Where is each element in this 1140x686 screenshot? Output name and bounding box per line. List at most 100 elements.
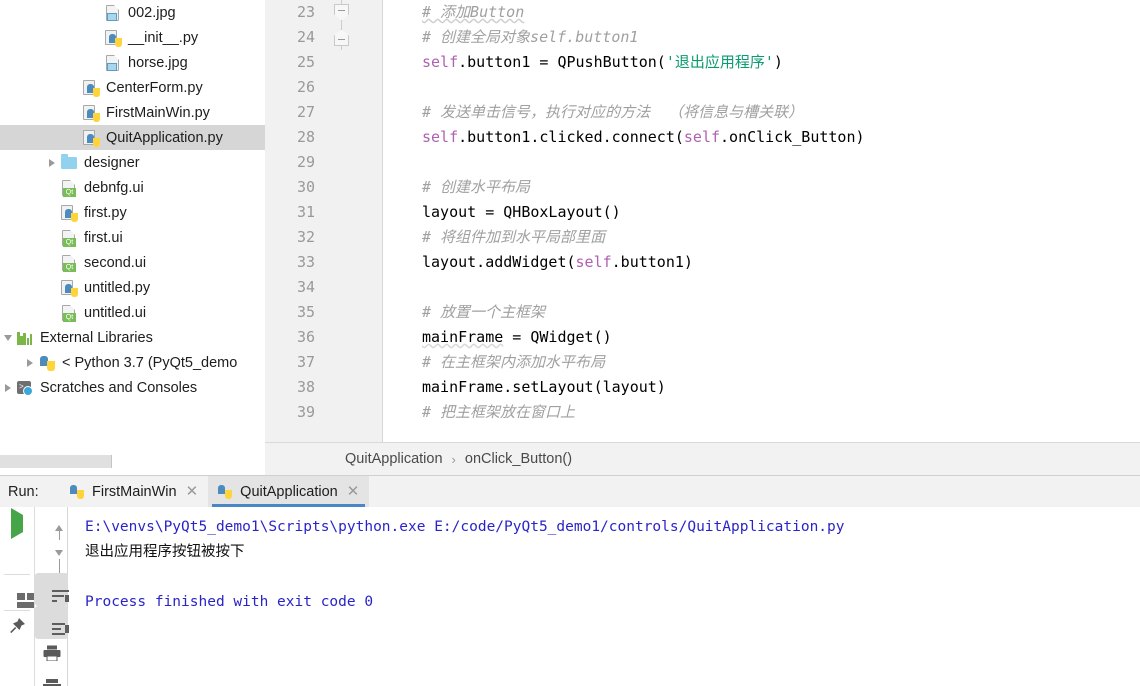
run-panel-label: Run: xyxy=(8,483,39,500)
code-line[interactable]: # 添加Button xyxy=(422,0,524,25)
code-line[interactable]: mainFrame.setLayout(layout) xyxy=(422,375,666,400)
code-line[interactable]: self.button1 = QPushButton('退出应用程序') xyxy=(422,50,783,75)
code-token: # 创建水平布局 xyxy=(422,178,531,196)
code-line[interactable]: layout.addWidget(self.button1) xyxy=(422,250,693,275)
python-file-icon xyxy=(103,28,123,48)
tree-item--init-py[interactable]: __init__.py xyxy=(0,25,265,50)
code-token: mainFrame.setLayout(layout) xyxy=(422,378,666,396)
code-token: # 将组件加到水平局部里面 xyxy=(422,228,606,246)
restore-layout-button[interactable] xyxy=(0,576,34,609)
line-number: 23 xyxy=(296,3,315,21)
code-token: layout.addWidget( xyxy=(422,253,576,271)
pin-tab-button[interactable] xyxy=(0,612,33,645)
tree-item-external-libraries[interactable]: External Libraries xyxy=(0,325,265,350)
tree-item-firstmainwin-py[interactable]: FirstMainWin.py xyxy=(0,100,265,125)
tree-item-debnfg-ui[interactable]: Qt debnfg.ui xyxy=(0,175,265,200)
code-token: # 添加Button xyxy=(422,3,525,21)
tree-item-first-ui[interactable]: Qt first.ui xyxy=(0,225,265,250)
tree-item-label: debnfg.ui xyxy=(84,179,144,196)
tree-item-designer[interactable]: designer xyxy=(0,150,265,175)
clear-all-button[interactable] xyxy=(35,672,68,686)
prev-occurrence-button[interactable] xyxy=(35,507,68,540)
code-line[interactable]: # 在主框架内添加水平布局 xyxy=(422,350,605,375)
tree-item-scratches-and-consoles[interactable]: >_ Scratches and Consoles xyxy=(0,375,265,400)
code-token: .button1 = QPushButton( xyxy=(458,53,666,71)
code-line[interactable]: # 创建全局对象self.button1 xyxy=(422,25,638,50)
code-line[interactable]: self.button1.clicked.connect(self.onClic… xyxy=(422,125,865,150)
line-number: 37 xyxy=(296,353,315,371)
code-line[interactable]: mainFrame = QWidget() xyxy=(422,325,612,350)
run-toolbar[interactable] xyxy=(0,507,69,686)
chevron-down-icon[interactable] xyxy=(0,325,15,350)
close-icon[interactable]: ✕ xyxy=(347,484,360,499)
code-fold-marker[interactable] xyxy=(331,0,353,25)
editor-code-area[interactable]: # 添加Button # 创建全局对象self.button1 self.butto… xyxy=(384,0,1140,442)
stop-button[interactable] xyxy=(0,540,33,573)
tree-item-label: first.ui xyxy=(84,229,123,246)
run-tool-window: Run: FirstMainWin ✕ QuitApplication ✕ E:\ve… xyxy=(0,475,1140,686)
code-line[interactable]: layout = QHBoxLayout() xyxy=(422,200,621,225)
tree-item--python-3-7-pyqt5-demo[interactable]: < Python 3.7 (PyQt5_demo xyxy=(0,350,265,375)
chevron-right-icon[interactable] xyxy=(0,375,15,400)
tree-item-untitled-py[interactable]: untitled.py xyxy=(0,275,265,300)
scroll-to-end-button[interactable] xyxy=(35,606,69,639)
line-number: 29 xyxy=(296,153,315,171)
python-file-icon xyxy=(81,103,101,123)
run-tab-bar: Run: FirstMainWin ✕ QuitApplication ✕ xyxy=(0,476,1140,507)
python-run-icon xyxy=(68,483,86,501)
code-line[interactable]: # 将组件加到水平局部里面 xyxy=(422,225,605,250)
soft-wrap-button[interactable] xyxy=(35,573,69,606)
tree-arrow-placeholder xyxy=(88,25,103,50)
line-number: 31 xyxy=(296,203,315,221)
qt-ui-file-icon: Qt xyxy=(59,253,79,273)
print-button[interactable] xyxy=(35,639,68,672)
code-line[interactable]: # 把主框架放在窗口上 xyxy=(422,400,575,425)
run-tab-quitapplication[interactable]: QuitApplication ✕ xyxy=(208,476,370,507)
close-icon[interactable]: ✕ xyxy=(186,484,199,499)
run-console-output[interactable]: E:\venvs\PyQt5_demo1\Scripts\python.exe … xyxy=(69,507,1140,686)
code-editor[interactable]: 23 24 25 26 27 28 29 30 31 32 33 34 35 36 37 38 39 # 添加B… xyxy=(265,0,1140,442)
tree-item-label: Scratches and Consoles xyxy=(40,379,198,396)
tree-item-first-py[interactable]: first.py xyxy=(0,200,265,225)
code-token: self xyxy=(683,128,721,146)
run-button[interactable] xyxy=(0,507,33,540)
tree-arrow-placeholder xyxy=(44,175,59,200)
breadcrumb-class[interactable]: QuitApplication xyxy=(345,451,443,467)
code-line[interactable]: # 放置一个主框架 xyxy=(422,300,545,325)
line-number: 35 xyxy=(296,303,315,321)
tree-item-002-jpg[interactable]: 002.jpg xyxy=(0,0,265,25)
chevron-right-icon[interactable] xyxy=(44,150,59,175)
tree-item-horse-jpg[interactable]: horse.jpg xyxy=(0,50,265,75)
qt-ui-file-icon: Qt xyxy=(59,178,79,198)
project-tree-horizontal-scrollbar[interactable] xyxy=(0,454,265,470)
tree-arrow-placeholder xyxy=(44,200,59,225)
tree-item-centerform-py[interactable]: CenterForm.py xyxy=(0,75,265,100)
breadcrumb[interactable]: QuitApplication › onClick_Button() xyxy=(265,442,1140,475)
project-tree-panel[interactable]: 002.jpg __init__.py horse.jpg CenterForm.py… xyxy=(0,0,265,447)
tree-arrow-placeholder xyxy=(44,300,59,325)
code-line[interactable]: # 发送单击信号，执行对应的方法 （将信息与槽关联） xyxy=(422,100,803,125)
code-token: mainFrame xyxy=(422,328,504,346)
chevron-right-icon[interactable] xyxy=(22,350,37,375)
code-fold-marker[interactable] xyxy=(331,25,353,50)
code-line[interactable]: # 创建水平布局 xyxy=(422,175,530,200)
tree-item-quitapplication-py[interactable]: QuitApplication.py xyxy=(0,125,265,150)
run-toolbar-right-column xyxy=(34,507,69,686)
tree-arrow-placeholder xyxy=(66,75,81,100)
pycharm-window: 002.jpg __init__.py horse.jpg CenterForm.py… xyxy=(0,0,1140,686)
line-number: 38 xyxy=(296,378,315,396)
next-occurrence-button[interactable] xyxy=(35,540,68,573)
breadcrumb-method[interactable]: onClick_Button() xyxy=(465,451,572,467)
tree-item-label: CenterForm.py xyxy=(106,79,203,96)
tree-item-untitled-ui[interactable]: Qt untitled.ui xyxy=(0,300,265,325)
python-sdk-icon xyxy=(37,353,57,373)
scrollbar-thumb[interactable] xyxy=(0,455,112,468)
editor-gutter[interactable]: 23 24 25 26 27 28 29 30 31 32 33 34 35 36 37 38 39 xyxy=(265,0,383,442)
tree-item-second-ui[interactable]: Qt second.ui xyxy=(0,250,265,275)
run-tab-firstmainwin[interactable]: FirstMainWin ✕ xyxy=(60,476,208,507)
